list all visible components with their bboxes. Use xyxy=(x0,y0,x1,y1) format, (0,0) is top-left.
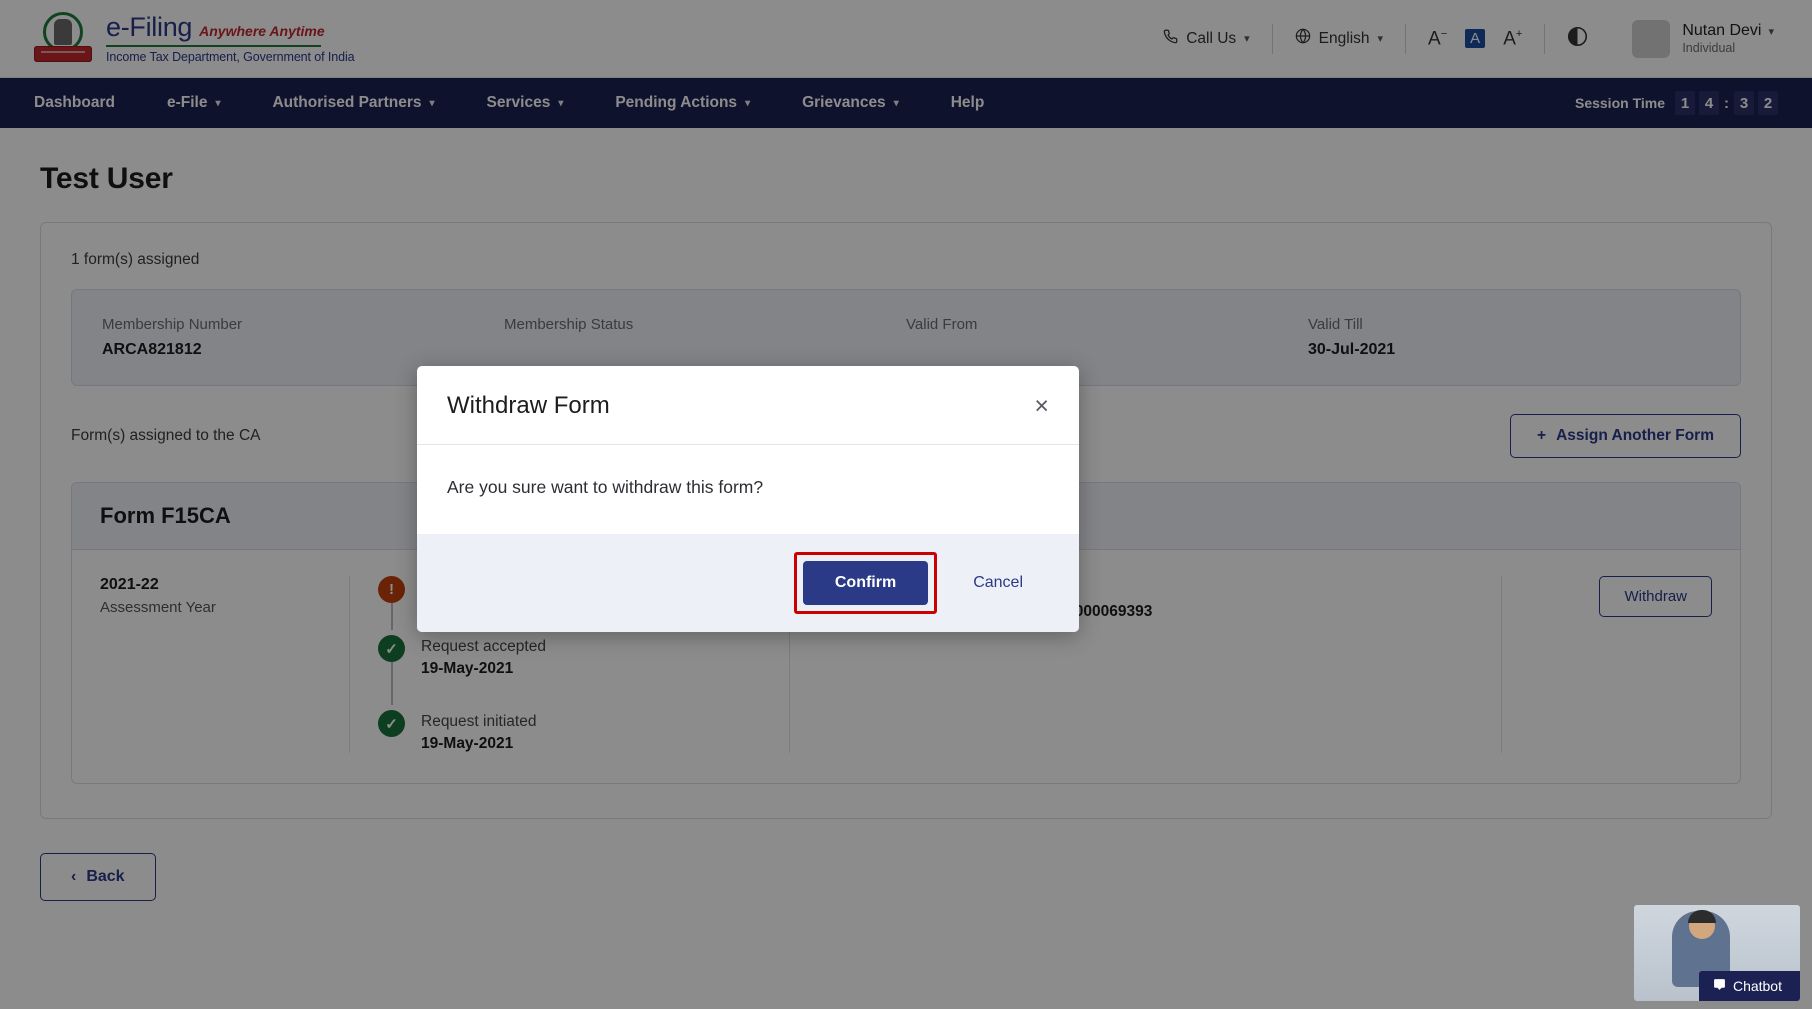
app-root: e-Filing Anywhere Anytime Income Tax Dep… xyxy=(0,0,1812,1009)
cancel-button[interactable]: Cancel xyxy=(947,561,1049,605)
chatbot-widget[interactable]: Chatbot xyxy=(1634,905,1800,1001)
modal-title: Withdraw Form xyxy=(447,392,610,420)
close-icon[interactable]: × xyxy=(1034,394,1049,419)
modal-header: Withdraw Form × xyxy=(417,366,1079,445)
chatbot-button[interactable]: Chatbot xyxy=(1699,971,1800,1001)
withdraw-form-modal: Withdraw Form × Are you sure want to wit… xyxy=(417,366,1079,632)
chatbot-label: Chatbot xyxy=(1733,978,1782,994)
confirm-button[interactable]: Confirm xyxy=(803,561,928,605)
modal-message: Are you sure want to withdraw this form? xyxy=(447,477,1049,498)
confirm-highlight-box: Confirm xyxy=(794,552,937,614)
chat-icon xyxy=(1713,978,1726,994)
modal-footer: Confirm Cancel xyxy=(417,534,1079,632)
modal-body: Are you sure want to withdraw this form? xyxy=(417,445,1079,534)
